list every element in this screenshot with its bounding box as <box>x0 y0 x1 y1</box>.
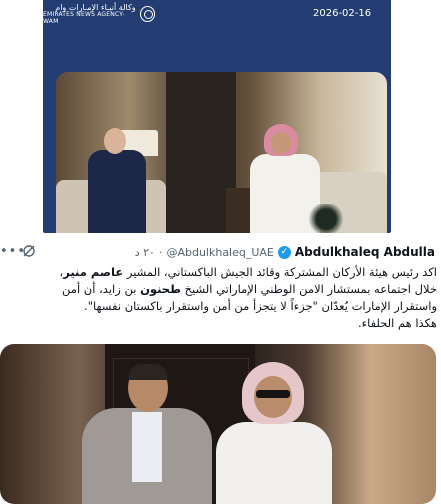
tweet-text-segment: بن زايد، أن أمن <box>62 282 141 296</box>
tweet-line-4: هكذا هم الحلفاء. <box>358 316 437 330</box>
tweet-text-segment: اكد رئيس هيئة الأركان المشتركة وقائد الج… <box>123 265 437 279</box>
photo-person-right <box>216 362 336 504</box>
grok-icon[interactable] <box>22 244 36 258</box>
news-card-image[interactable]: وكالة أنبـاء الإمـارات وام EMIRATES NEWS… <box>43 0 391 233</box>
tweet-time[interactable]: ٢٠ د <box>135 246 155 259</box>
news-date: 2026-02-16 <box>313 8 372 19</box>
tweet-line-1: اكد رئيس هيئة الأركان المشتركة وقائد الج… <box>0 264 437 281</box>
tweet-line-3: واستقرار الإمارات يُعدّان "جزءاً لا يتجز… <box>84 299 437 313</box>
tweet-handle[interactable]: @Abdulkhaleq_UAE <box>166 246 273 259</box>
tweet-header: ٢٠ د · @Abdulkhaleq_UAE ✓ Abdulkhaleq Ab… <box>135 243 435 261</box>
meeting-photo <box>56 72 387 233</box>
verified-badge-icon: ✓ <box>277 245 291 259</box>
tweet-text: اكد رئيس هيئة الأركان المشتركة وقائد الج… <box>0 264 437 332</box>
tweet-author-name[interactable]: Abdulkhaleq Abdulla <box>295 245 435 259</box>
tweet-text-segment: خلال اجتماعه بمستشار الامن الوطني الإمار… <box>180 282 437 296</box>
tweet-separator: · <box>158 245 163 259</box>
mention-asim-munir: عاصم منير <box>63 265 124 279</box>
photo-person-left <box>82 128 152 233</box>
tweet-photo[interactable] <box>0 344 436 504</box>
tweet-line-2: خلال اجتماعه بمستشار الامن الوطني الإمار… <box>0 281 437 298</box>
wam-globe-icon <box>139 6 155 23</box>
wam-logo: وكالة أنبـاء الإمـارات وام EMIRATES NEWS… <box>43 3 155 25</box>
photo-plant <box>306 204 346 233</box>
mention-tahnoun: طحنون <box>140 282 181 296</box>
photo-person-left <box>82 364 212 504</box>
wam-logo-english: EMIRATES NEWS AGENCY-WAM <box>43 11 125 25</box>
